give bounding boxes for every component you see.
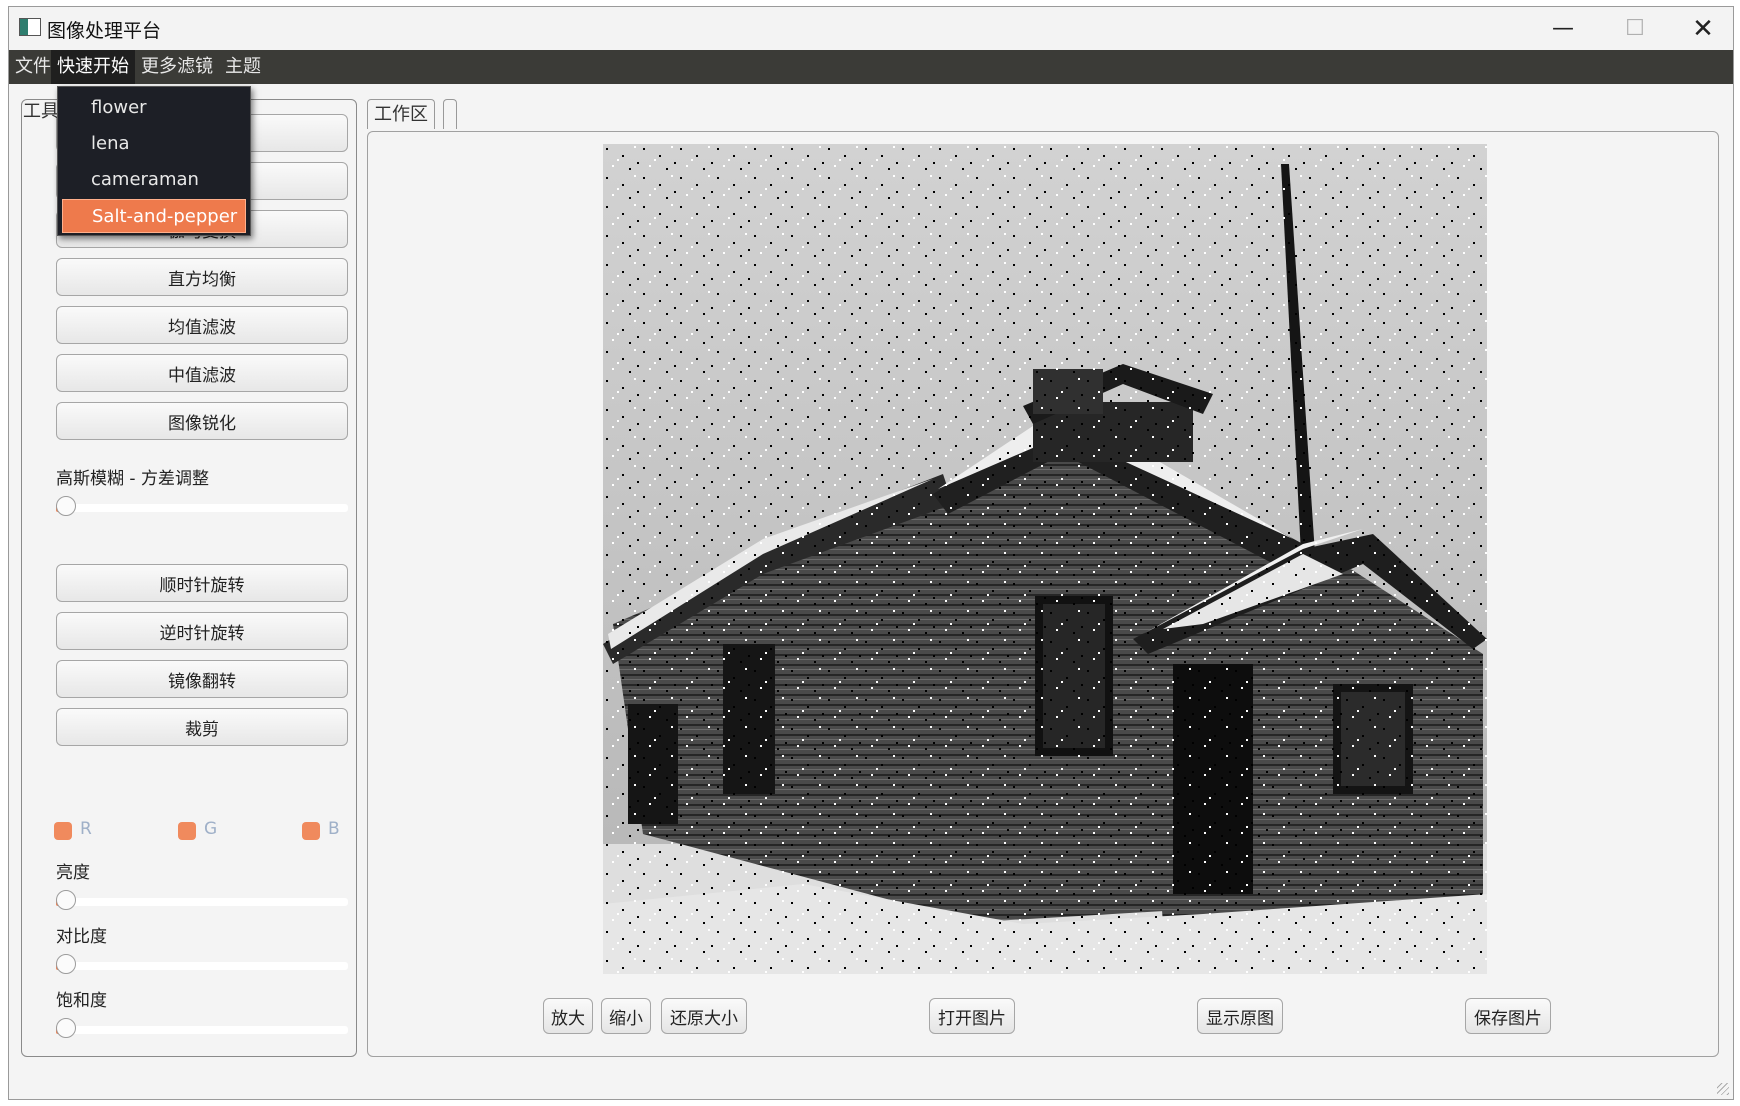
contrast-slider-thumb[interactable] [56,954,76,974]
channel-b-checkbox[interactable] [302,822,320,840]
tab-workspace[interactable]: 工作区 [367,99,435,129]
brightness-slider[interactable] [56,890,348,912]
mirror-flip-button[interactable]: 镜像翻转 [56,660,348,698]
gaussian-blur-slider[interactable] [56,496,348,518]
mean-filter-button[interactable]: 均值滤波 [56,306,348,344]
minimize-button[interactable]: — [1529,7,1597,50]
image-canvas[interactable] [603,144,1487,974]
maximize-button[interactable]: ☐ [1601,7,1669,50]
save-image-button[interactable]: 保存图片 [1465,998,1551,1034]
crop-button[interactable]: 裁剪 [56,708,348,746]
app-window: 图像处理平台 — ☐ ✕ 文件 快速开始 更多滤镜 主题 伽马变换 直方均衡 均… [8,6,1734,1100]
saturation-slider-thumb[interactable] [56,1018,76,1038]
title-bar: 图像处理平台 — ☐ ✕ [9,7,1733,50]
menu-item-lena[interactable]: lena [62,127,246,161]
channel-g-label: G [204,819,218,839]
contrast-label: 对比度 [56,927,107,947]
house-photo [603,144,1487,974]
open-image-button[interactable]: 打开图片 [929,998,1015,1034]
channel-r-label: R [80,819,92,839]
gaussian-blur-label: 高斯模糊 - 方差调整 [56,469,209,489]
close-button[interactable]: ✕ [1669,7,1733,50]
menu-more-filters[interactable]: 更多滤镜 [135,50,219,84]
resize-grip[interactable] [1717,1083,1729,1095]
window-title: 图像处理平台 [47,20,162,42]
menu-item-flower[interactable]: flower [62,91,246,125]
sharpen-button[interactable]: 图像锐化 [56,402,348,440]
tools-tab[interactable]: 工具 [23,97,59,123]
channel-b-label: B [328,819,340,839]
zoom-out-button[interactable]: 缩小 [601,998,651,1034]
menu-item-cameraman[interactable]: cameraman [62,163,246,197]
contrast-slider[interactable] [56,954,348,976]
saturation-slider[interactable] [56,1018,348,1040]
show-original-button[interactable]: 显示原图 [1197,998,1283,1034]
reset-size-button[interactable]: 还原大小 [661,998,747,1034]
gaussian-blur-slider-thumb[interactable] [56,496,76,516]
menu-item-salt-and-pepper[interactable]: Salt-and-pepper [62,199,246,233]
tab-extra[interactable] [443,99,457,129]
brightness-label: 亮度 [56,863,90,883]
menu-file[interactable]: 文件 [9,50,57,84]
menu-bar: 文件 快速开始 更多滤镜 主题 [9,50,1733,84]
saturation-label: 饱和度 [56,991,107,1011]
histogram-equalize-button[interactable]: 直方均衡 [56,258,348,296]
rotate-counterclockwise-button[interactable]: 逆时针旋转 [56,612,348,650]
channel-r-checkbox[interactable] [54,822,72,840]
menu-quick-start[interactable]: 快速开始 [51,50,135,84]
zoom-in-button[interactable]: 放大 [543,998,593,1034]
median-filter-button[interactable]: 中值滤波 [56,354,348,392]
channel-g-checkbox[interactable] [178,822,196,840]
menu-theme[interactable]: 主题 [219,50,267,84]
tools-panel: 伽马变换 直方均衡 均值滤波 中值滤波 图像锐化 高斯模糊 - 方差调整 顺时针… [21,99,357,1057]
brightness-slider-thumb[interactable] [56,890,76,910]
quick-start-dropdown: flower lena cameraman Salt-and-pepper [57,86,251,236]
rotate-clockwise-button[interactable]: 顺时针旋转 [56,564,348,602]
app-icon [19,18,41,36]
